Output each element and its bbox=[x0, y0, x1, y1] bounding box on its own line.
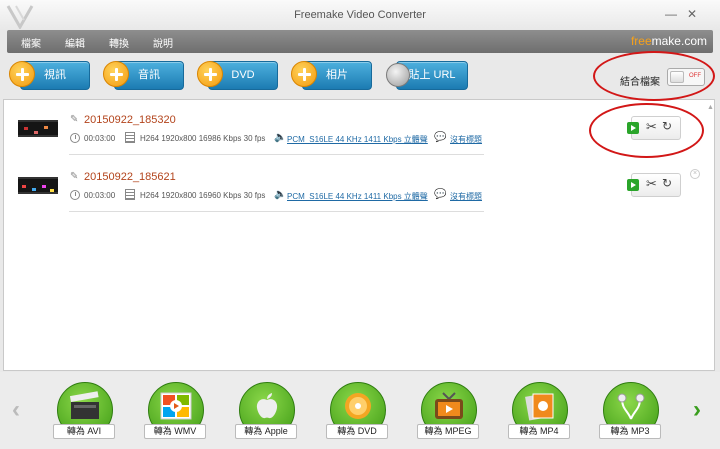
globe-icon bbox=[386, 63, 410, 87]
brand-free: free bbox=[630, 34, 652, 48]
scroll-up-icon[interactable]: ▲ bbox=[707, 104, 714, 111]
speaker-icon: 🔈 bbox=[274, 189, 287, 200]
row-divider bbox=[69, 154, 484, 155]
add-dvd-plus-icon bbox=[197, 61, 223, 87]
add-video-plus-icon bbox=[9, 61, 35, 87]
menu-bar: 檔案 編輯 轉換 說明 freemake.com bbox=[7, 30, 713, 53]
remove-file-icon[interactable]: × bbox=[690, 169, 700, 179]
list-scrollbar[interactable] bbox=[706, 101, 713, 369]
subtitle-bubble-icon: 💬 bbox=[434, 132, 447, 143]
next-arrow-icon[interactable]: › bbox=[693, 398, 701, 422]
add-photo-plus-icon bbox=[291, 61, 317, 87]
clock-icon bbox=[70, 133, 80, 143]
earphones-icon bbox=[617, 393, 645, 420]
play-icon[interactable] bbox=[627, 179, 639, 191]
row-divider bbox=[69, 211, 484, 212]
prev-arrow-icon[interactable]: ‹ bbox=[12, 398, 20, 422]
convert-avi-button[interactable]: 轉為 AVI bbox=[53, 382, 115, 448]
dvd-disc-icon bbox=[345, 393, 371, 419]
video-info: H264 1920x800 16986 Kbps 30 fps bbox=[140, 134, 266, 143]
rename-pencil-icon[interactable]: ✎ bbox=[70, 115, 80, 125]
convert-avi-label: 轉為 AVI bbox=[53, 424, 115, 439]
subtitles-link[interactable]: 沒有標題 bbox=[450, 134, 482, 145]
tv-icon bbox=[435, 392, 463, 419]
convert-mp4-label: 轉為 MP4 bbox=[508, 424, 570, 439]
film-icon bbox=[125, 189, 135, 200]
title-bar: Freemake Video Converter — ✕ bbox=[0, 0, 720, 30]
add-audio-plus-icon bbox=[103, 61, 129, 87]
convert-mp3-label: 轉為 MP3 bbox=[599, 424, 661, 439]
windows-media-icon bbox=[160, 392, 192, 420]
media-player-icon bbox=[525, 393, 554, 421]
menu-help[interactable]: 說明 bbox=[153, 35, 173, 50]
convert-wmv-label: 轉為 WMV bbox=[144, 424, 206, 439]
clapperboard-icon bbox=[69, 391, 99, 419]
minimize-button[interactable]: — bbox=[664, 7, 678, 21]
film-icon bbox=[125, 132, 135, 143]
subtitle-bubble-icon: 💬 bbox=[434, 189, 447, 200]
subtitles-link[interactable]: 沒有標題 bbox=[450, 191, 482, 202]
convert-dvd-button[interactable]: 轉為 DVD bbox=[326, 382, 388, 448]
scissors-icon[interactable]: ✂ bbox=[646, 176, 657, 192]
close-window-button[interactable]: ✕ bbox=[685, 7, 699, 21]
rotate-icon[interactable]: ↻ bbox=[662, 176, 672, 190]
convert-bar: ‹ 轉為 AVI 轉為 WMV 轉為 Apple 轉為 DVD 轉為 MPEG … bbox=[0, 372, 720, 449]
clock-icon bbox=[70, 190, 80, 200]
brand-link[interactable]: freemake.com bbox=[631, 34, 707, 48]
file-row[interactable]: ✎ 20150922_185621 00:03:00 H264 1920x800… bbox=[4, 167, 704, 212]
convert-mpeg-button[interactable]: 轉為 MPEG bbox=[417, 382, 479, 448]
apple-logo-icon bbox=[256, 393, 278, 419]
menu-convert[interactable]: 轉換 bbox=[109, 35, 129, 50]
convert-apple-button[interactable]: 轉為 Apple bbox=[235, 382, 297, 448]
annotation-circle-join bbox=[593, 51, 715, 101]
audio-track-link[interactable]: PCM_S16LE 44 KHz 1411 Kbps 立體聲 bbox=[287, 191, 428, 202]
convert-mpeg-label: 轉為 MPEG bbox=[417, 424, 479, 439]
convert-wmv-button[interactable]: 轉為 WMV bbox=[144, 382, 206, 448]
video-thumbnail bbox=[18, 177, 58, 194]
brand-rest: make.com bbox=[651, 34, 707, 48]
annotation-circle-edit bbox=[589, 103, 704, 158]
duration: 00:03:00 bbox=[84, 191, 116, 200]
convert-dvd-label: 轉為 DVD bbox=[326, 424, 388, 439]
rename-pencil-icon[interactable]: ✎ bbox=[70, 172, 80, 182]
convert-mp3-button[interactable]: 轉為 MP3 bbox=[599, 382, 661, 448]
window-title: Freemake Video Converter bbox=[294, 9, 426, 21]
speaker-icon: 🔈 bbox=[274, 132, 287, 143]
menu-edit[interactable]: 編輯 bbox=[65, 35, 85, 50]
file-name[interactable]: 20150922_185621 bbox=[84, 171, 176, 183]
audio-track-link[interactable]: PCM_S16LE 44 KHz 1411 Kbps 立體聲 bbox=[287, 134, 428, 145]
convert-mp4-button[interactable]: 轉為 MP4 bbox=[508, 382, 570, 448]
duration: 00:03:00 bbox=[84, 134, 116, 143]
menu-file[interactable]: 檔案 bbox=[21, 35, 41, 50]
video-info: H264 1920x800 16960 Kbps 30 fps bbox=[140, 191, 266, 200]
video-thumbnail bbox=[18, 120, 58, 137]
file-name[interactable]: 20150922_185320 bbox=[84, 114, 176, 126]
convert-apple-label: 轉為 Apple bbox=[235, 424, 297, 439]
